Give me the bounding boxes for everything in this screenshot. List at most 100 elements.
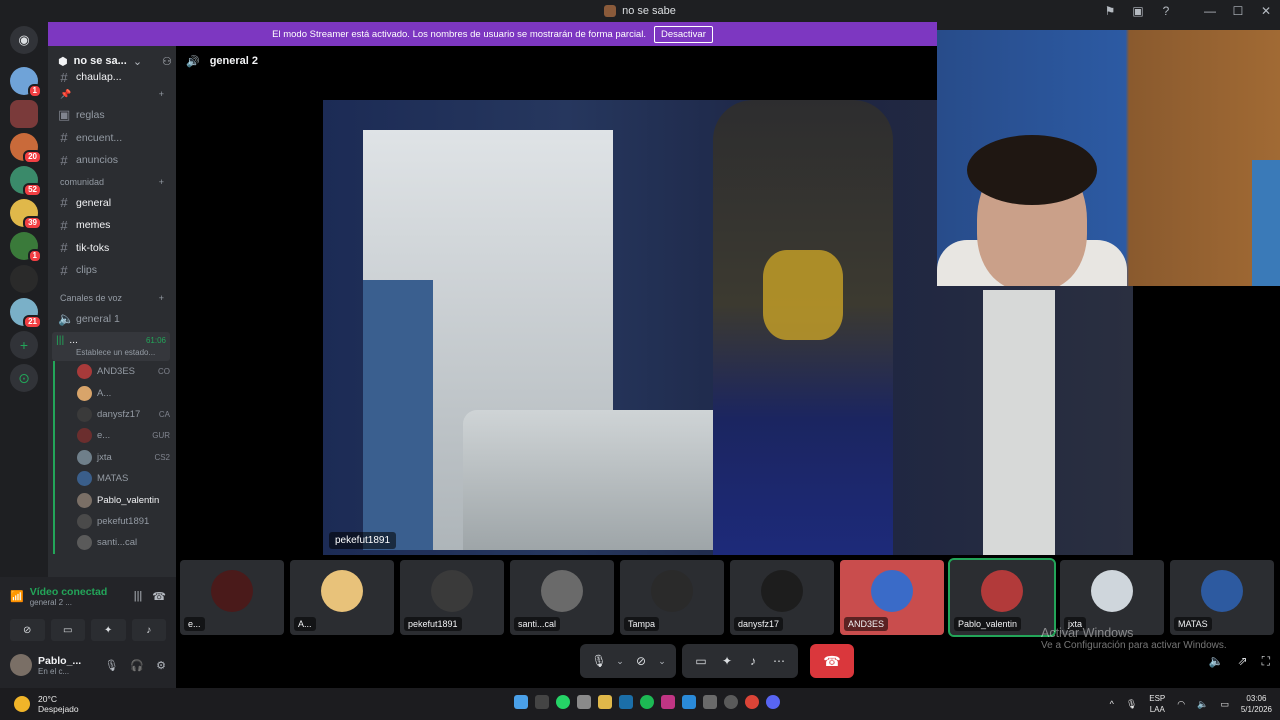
- signal-icon[interactable]: 📶: [10, 590, 24, 603]
- server-icon[interactable]: 1: [10, 67, 42, 98]
- github-icon[interactable]: [724, 695, 738, 709]
- category-pinned[interactable]: 📌 +: [48, 84, 176, 104]
- voice-user[interactable]: danysfz17 CA: [55, 404, 176, 425]
- chevron-up-icon[interactable]: ^: [1110, 699, 1114, 709]
- voice-user[interactable]: santi...cal: [55, 532, 176, 553]
- channel-item[interactable]: # tik-toks: [48, 237, 176, 260]
- inbox-icon[interactable]: ⚑: [1096, 4, 1124, 18]
- maximize-button[interactable]: ☐: [1224, 4, 1252, 18]
- participant-tile[interactable]: AND3ES: [840, 560, 944, 635]
- voice-user[interactable]: e... GUR: [55, 425, 176, 446]
- category-comunidad[interactable]: comunidad +: [48, 172, 176, 192]
- active-voice-channel[interactable]: |||... 61:06 Establece un estado...: [52, 332, 170, 361]
- clock[interactable]: 03:06 5/1/2026: [1241, 693, 1272, 715]
- instagram-icon[interactable]: [661, 695, 675, 709]
- voice-user[interactable]: AND3ES CO: [55, 361, 176, 382]
- whatsapp-icon[interactable]: [556, 695, 570, 709]
- weather-widget[interactable]: 20°C Despejado: [0, 694, 200, 714]
- screen-icon[interactable]: ▣: [1124, 4, 1152, 18]
- add-channel-icon[interactable]: +: [159, 177, 164, 187]
- settings-icon[interactable]: ⚙: [156, 659, 166, 672]
- voice-channel-item[interactable]: 🔈 general 1: [48, 308, 176, 331]
- more-options-icon[interactable]: ⋯: [768, 654, 790, 668]
- volume-tray-icon[interactable]: 🔈: [1197, 699, 1208, 710]
- participant-tile[interactable]: A...: [290, 560, 394, 635]
- close-button[interactable]: ✕: [1252, 4, 1280, 18]
- help-icon[interactable]: ?: [1152, 4, 1180, 18]
- current-user[interactable]: Pablo_... En el c... 🎙 🎧 ⚙: [0, 645, 176, 685]
- add-server-icon[interactable]: +: [10, 331, 38, 359]
- server-icon[interactable]: 1: [10, 232, 42, 263]
- server-icon[interactable]: 20: [10, 133, 42, 164]
- channel-item[interactable]: # encuent...: [48, 127, 176, 150]
- self-camera-preview[interactable]: [937, 30, 1280, 286]
- screen-share-icon[interactable]: ▭: [690, 654, 712, 668]
- channel-item[interactable]: # memes: [48, 214, 176, 237]
- channel-item[interactable]: ▣ reglas: [48, 104, 176, 127]
- volume-icon[interactable]: 🔈: [1209, 654, 1224, 669]
- camera-off-button[interactable]: ⊘: [10, 619, 45, 641]
- channel-item[interactable]: # general: [48, 192, 176, 215]
- participant-tile[interactable]: MATAS: [1170, 560, 1274, 635]
- app-icon[interactable]: [577, 695, 591, 709]
- minimize-button[interactable]: —: [1196, 4, 1224, 18]
- noise-icon[interactable]: |||: [134, 590, 143, 603]
- voice-user[interactable]: MATAS: [55, 468, 176, 489]
- participant-tile[interactable]: danysfz17: [730, 560, 834, 635]
- server-icon[interactable]: 39: [10, 199, 42, 230]
- battery-icon[interactable]: ▭: [1220, 699, 1229, 710]
- headphones-icon[interactable]: 🎧: [130, 659, 144, 672]
- soundboard-button[interactable]: ♪: [131, 619, 166, 641]
- activities-button[interactable]: ✦: [91, 619, 126, 641]
- participant-tile[interactable]: e...: [180, 560, 284, 635]
- wifi-icon[interactable]: ◠: [1177, 699, 1185, 710]
- participant-tile[interactable]: santi...cal: [510, 560, 614, 635]
- add-channel-icon[interactable]: +: [159, 89, 164, 99]
- discord-icon[interactable]: [766, 695, 780, 709]
- chevron-down-icon[interactable]: ⌄: [614, 656, 626, 667]
- voice-user[interactable]: A...: [55, 382, 176, 403]
- add-channel-icon[interactable]: +: [159, 293, 164, 303]
- invite-icon[interactable]: ⚇: [162, 55, 172, 68]
- camera-off-icon[interactable]: ⊘: [630, 654, 652, 668]
- participant-tile[interactable]: jxta: [1060, 560, 1164, 635]
- participant-tile[interactable]: Pablo_valentin: [948, 558, 1056, 637]
- spotify-icon[interactable]: [640, 695, 654, 709]
- chevron-down-icon[interactable]: ⌄: [656, 656, 668, 667]
- search-icon[interactable]: [535, 695, 549, 709]
- start-icon[interactable]: [514, 695, 528, 709]
- soundboard-icon[interactable]: ♪: [742, 654, 764, 668]
- participant-tile[interactable]: pekefut1891: [400, 560, 504, 635]
- voice-user[interactable]: jxta CS2: [55, 447, 176, 468]
- channel-item[interactable]: # anuncios: [48, 149, 176, 172]
- activities-icon[interactable]: ✦: [716, 654, 738, 668]
- popout-icon[interactable]: ⇗: [1238, 654, 1248, 669]
- server-icon[interactable]: 21: [10, 298, 42, 329]
- category-voice[interactable]: Canales de voz +: [48, 288, 176, 308]
- disconnect-icon[interactable]: ☎: [152, 590, 166, 603]
- deactivate-streamer-button[interactable]: Desactivar: [653, 25, 713, 43]
- language-indicator[interactable]: ESP LAA: [1149, 693, 1165, 715]
- discord-home-icon[interactable]: ◉: [10, 26, 38, 54]
- server-icon[interactable]: [10, 265, 38, 293]
- screen-share-button[interactable]: ▭: [50, 619, 85, 641]
- voice-user[interactable]: pekefut1891: [55, 511, 176, 532]
- server-icon-active[interactable]: [10, 100, 38, 128]
- username: Pablo_...: [38, 654, 82, 667]
- channel-item[interactable]: # clips: [48, 259, 176, 282]
- microphone-tray-icon[interactable]: 🎙: [1126, 699, 1137, 710]
- app-icon[interactable]: [703, 695, 717, 709]
- microphone-icon[interactable]: 🎙: [588, 654, 610, 668]
- participant-tile[interactable]: Tampa: [620, 560, 724, 635]
- disconnect-button[interactable]: ☎: [810, 644, 854, 678]
- channel-item[interactable]: # chaulap...: [48, 70, 176, 84]
- file-explorer-icon[interactable]: [598, 695, 612, 709]
- discover-icon[interactable]: ⊙: [10, 364, 38, 392]
- fullscreen-icon[interactable]: ⛶: [1262, 654, 1270, 669]
- voice-user[interactable]: Pablo_valentin: [55, 489, 176, 510]
- app-icon[interactable]: [682, 695, 696, 709]
- steam-icon[interactable]: [619, 695, 633, 709]
- server-icon[interactable]: 52: [10, 166, 42, 197]
- microphone-icon[interactable]: 🎙: [104, 659, 118, 672]
- chrome-icon[interactable]: [745, 695, 759, 709]
